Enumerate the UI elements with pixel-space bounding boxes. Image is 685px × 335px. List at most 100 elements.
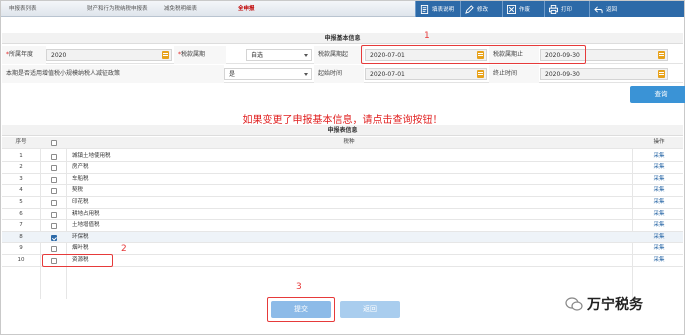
row-checkbox-cell — [46, 174, 62, 186]
query-button[interactable]: 查询 — [630, 86, 685, 103]
close-box-icon — [507, 4, 516, 14]
tab-relief-detail[interactable]: 减免税明细表 — [164, 4, 197, 14]
row-number: 4 — [19, 187, 23, 194]
tab-declaration-list[interactable]: 申报表列表 — [9, 4, 37, 14]
row-number: 6 — [19, 210, 23, 217]
tax-name: 烟叶税 — [72, 245, 89, 252]
collect-link[interactable]: 采集 — [638, 243, 680, 255]
form-row-2: 本期是否适用增值税小规模纳税人减征政策 是 起始时间 2020-07-01 终止… — [2, 65, 683, 83]
back-label: 返回 — [606, 7, 618, 13]
chevron-down-icon — [304, 73, 308, 76]
collect-link[interactable]: 采集 — [638, 209, 680, 221]
row-number: 5 — [19, 199, 23, 205]
modify-label: 修改 — [477, 7, 489, 13]
notice-text: 如果变更了申报基本信息，请点击查询按钮！ — [242, 115, 443, 126]
small-policy-select[interactable]: 是 — [224, 68, 312, 80]
row-checkbox-cell — [46, 197, 62, 209]
row-number: 10 — [17, 257, 25, 263]
table-row: 6 耕地占用税 采集 — [2, 209, 683, 221]
end-time-field[interactable]: 2020-09-30 — [540, 68, 668, 80]
row-checkbox-cell — [46, 209, 62, 221]
annotation-box-2 — [42, 254, 113, 267]
wechat-logo-icon — [565, 297, 583, 311]
return-arrow-icon — [594, 5, 603, 13]
guide-button[interactable]: 填表说明 — [415, 1, 460, 17]
printer-icon — [549, 4, 558, 14]
row-checkbox[interactable] — [51, 223, 57, 230]
print-label: 打印 — [561, 7, 573, 13]
back-button[interactable]: 返回 — [589, 1, 684, 17]
table-row: 1 城镇土地使用税 采集 — [2, 151, 683, 163]
row-checkbox[interactable] — [51, 211, 57, 218]
row-checkbox[interactable] — [51, 165, 57, 172]
col-name-header: 税种 — [343, 139, 355, 145]
row-checkbox[interactable] — [51, 234, 57, 241]
chevron-down-icon — [304, 54, 308, 57]
collect-link[interactable]: 采集 — [638, 220, 680, 232]
tab-bar: 申报表列表 财产和行为税纳税申报表 减免税明细表 全申报 填表说明 修改 作废 … — [1, 1, 684, 17]
row-checkbox-cell — [46, 162, 62, 174]
basic-info-title: 申报基本信息 — [2, 33, 683, 44]
table-row: 2 房产税 采集 — [2, 162, 683, 174]
modify-button[interactable]: 修改 — [460, 1, 502, 17]
table-row: 7 土地增值税 采集 — [2, 220, 683, 232]
watermark-text: 万宁税务 — [587, 297, 643, 313]
small-policy-label: 本期是否适用增值税小规模纳税人减征政策 — [2, 65, 224, 83]
annotation-number-2: 2 — [121, 244, 127, 254]
collect-link[interactable]: 采集 — [638, 162, 680, 174]
row-checkbox[interactable] — [51, 153, 57, 160]
watermark: 万宁税务 — [565, 294, 643, 314]
row-number: 8 — [19, 233, 23, 240]
pencil-icon — [465, 4, 474, 14]
tax-name: 契税 — [72, 187, 84, 194]
row-checkbox[interactable] — [51, 246, 57, 253]
row-checkbox[interactable] — [51, 188, 57, 195]
tax-name: 环保税 — [72, 233, 89, 240]
print-button[interactable]: 打印 — [544, 1, 589, 17]
calendar-icon[interactable] — [658, 70, 665, 78]
row-checkbox-cell — [46, 220, 62, 232]
row-checkbox[interactable] — [51, 200, 57, 206]
table-row: 4 契税 采集 — [2, 185, 683, 197]
end-time-label: 终止时间 — [489, 65, 539, 83]
col-op-header: 操作 — [653, 139, 665, 145]
toolbar: 填表说明 修改 作废 打印 返回 — [415, 1, 684, 17]
row-number: 9 — [19, 245, 23, 252]
tax-year-field[interactable]: 2020 — [46, 49, 172, 61]
collect-link[interactable]: 采集 — [638, 232, 680, 244]
tab-full-declaration[interactable]: 全申报 — [238, 4, 255, 14]
calendar-icon[interactable] — [477, 70, 484, 78]
tax-name: 城镇土地使用税 — [72, 152, 111, 159]
calendar-icon[interactable] — [162, 51, 169, 59]
submit-button[interactable]: 提交 — [271, 301, 331, 318]
collect-link[interactable]: 采集 — [638, 255, 680, 267]
tab-property-behavior-form[interactable]: 财产和行为税纳税申报表 — [87, 4, 148, 14]
row-checkbox-cell — [46, 151, 62, 163]
select-all-cell — [46, 137, 62, 149]
void-label: 作废 — [519, 7, 531, 13]
tax-name: 印花税 — [72, 199, 89, 205]
collect-link[interactable]: 采集 — [638, 197, 680, 209]
table-row: 8 环保税 采集 — [2, 231, 683, 244]
tax-name: 车船税 — [72, 175, 89, 182]
row-checkbox[interactable] — [51, 176, 57, 183]
calendar-icon[interactable] — [658, 51, 665, 59]
start-time-label: 起始时间 — [314, 65, 364, 83]
table-row: 3 车船税 采集 — [2, 174, 683, 186]
table-title: 申报表信息 — [2, 125, 683, 136]
tax-name: 土地增值税 — [72, 222, 100, 229]
period-select[interactable]: 自选 — [246, 49, 312, 61]
period-start-label: 税款属期起 — [314, 46, 364, 64]
select-all-checkbox[interactable] — [51, 140, 57, 146]
collect-link[interactable]: 采集 — [638, 174, 680, 186]
row-checkbox-cell — [46, 232, 62, 244]
row-number: 7 — [19, 222, 23, 229]
collect-link[interactable]: 采集 — [638, 185, 680, 197]
collect-link[interactable]: 采集 — [638, 151, 680, 163]
tax-name: 房产税 — [72, 164, 89, 171]
period-label: *税款属期 — [174, 46, 226, 64]
start-time-field[interactable]: 2020-07-01 — [365, 68, 487, 80]
annotation-box-1 — [361, 45, 586, 64]
back-bottom-button[interactable]: 返回 — [340, 301, 400, 318]
void-button[interactable]: 作废 — [502, 1, 544, 17]
